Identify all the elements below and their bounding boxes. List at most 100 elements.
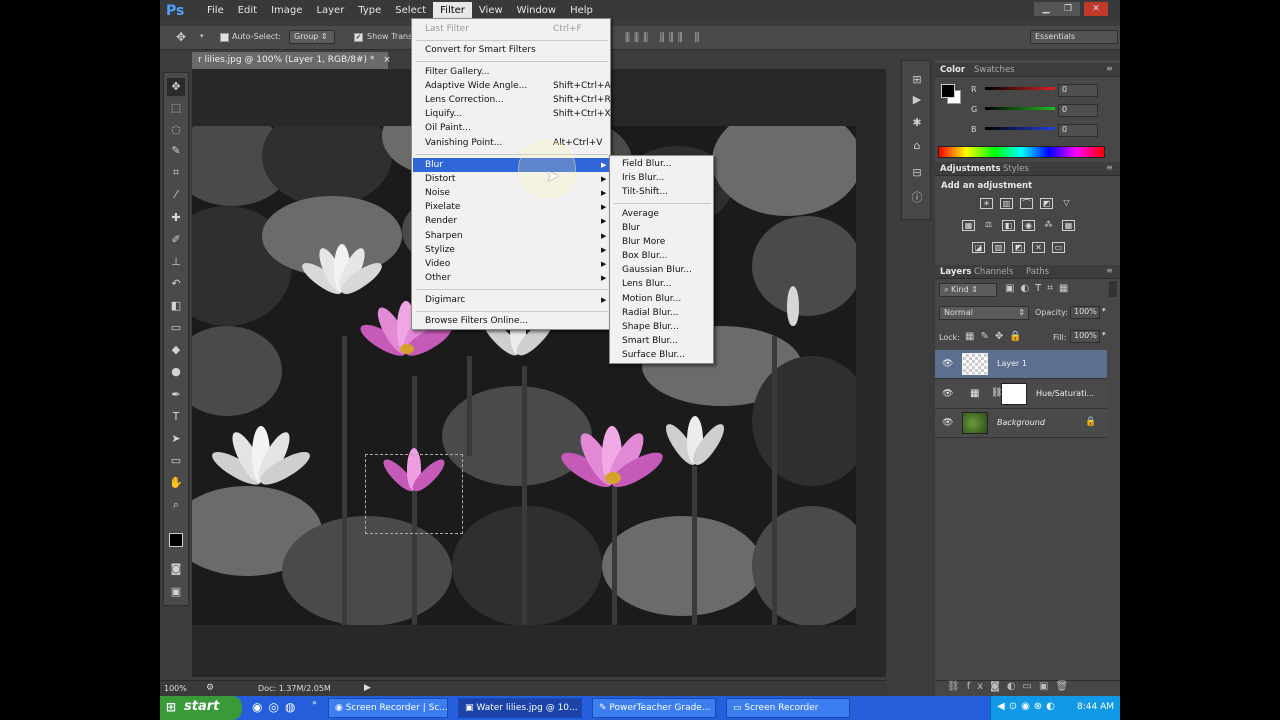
submenu-item-smart-blur[interactable]: Smart Blur... <box>611 334 712 348</box>
tab-swatches[interactable]: Swatches <box>974 65 1015 75</box>
info-icon[interactable]: ⓘ <box>908 189 926 205</box>
eyedropper-tool-icon[interactable]: ⁄ <box>167 186 185 204</box>
shape-tool-icon[interactable]: ▭ <box>167 452 185 470</box>
menu-item-liquify[interactable]: Liquify... Shift+Ctrl+X <box>413 107 611 121</box>
channel-r-slider[interactable] <box>985 87 1055 90</box>
restore-button[interactable]: ❐ <box>1056 2 1080 16</box>
layer-name[interactable]: Layer 1 <box>997 359 1027 368</box>
layer-name[interactable]: Background <box>997 418 1045 427</box>
layer-row-background[interactable]: 👁 Background 🔒 <box>935 409 1107 438</box>
panel-menu-icon[interactable]: ≡ <box>1106 163 1113 172</box>
menu-item-sharpen[interactable]: Sharpen ▶ <box>413 229 610 243</box>
taskbar-button-powerteacher[interactable]: ✎ PowerTeacher Grade... <box>592 698 716 718</box>
layer-row-layer-1[interactable]: 👁 Layer 1 <box>935 350 1107 379</box>
menu-item-video[interactable]: Video ▶ <box>413 257 610 271</box>
menu-image[interactable]: Image <box>264 2 309 20</box>
submenu-item-box-blur[interactable]: Box Blur... <box>611 249 712 263</box>
quick-select-tool-icon[interactable]: ✎ <box>167 142 185 160</box>
marquee-tool-icon[interactable]: ⬚ <box>167 99 185 117</box>
tab-styles[interactable]: Styles <box>1003 164 1029 174</box>
crop-tool-icon[interactable]: ⌗ <box>167 164 185 182</box>
submenu-item-tilt-shift[interactable]: Tilt-Shift... <box>611 185 712 199</box>
pen-tool-icon[interactable]: ✒ <box>167 386 185 404</box>
channel-g-value[interactable]: 0 <box>1058 104 1098 117</box>
color-balance-icon[interactable]: ⚖ <box>982 220 995 231</box>
brush-tool-icon[interactable]: ✐ <box>167 231 185 249</box>
tool-presets-icon[interactable]: ⊟ <box>908 166 926 182</box>
layer-row-hue-saturation[interactable]: 👁 ▦ ⛓ Hue/Saturati... <box>935 380 1107 409</box>
menu-item-vanishing-point[interactable]: Vanishing Point... Alt+Ctrl+V <box>413 136 610 150</box>
path-select-icon[interactable]: ➤ <box>167 430 185 448</box>
foreground-color-swatch[interactable] <box>169 533 183 547</box>
menu-item-digimarc[interactable]: Digimarc ▶ <box>413 293 610 307</box>
close-icon[interactable]: × <box>383 55 391 65</box>
color-lookup-icon[interactable]: ▦ <box>1062 220 1075 231</box>
document-tab[interactable]: r lilies.jpg @ 100% (Layer 1, RGB/8#) * … <box>192 52 391 69</box>
menu-item-lens-correction[interactable]: Lens Correction... Shift+Ctrl+R <box>413 93 611 107</box>
eye-icon[interactable]: 👁 <box>942 359 953 369</box>
menu-item-stylize[interactable]: Stylize ▶ <box>413 243 610 257</box>
transform-bounding-box[interactable] <box>365 454 463 534</box>
channel-r-value[interactable]: 0 <box>1058 84 1098 97</box>
auto-select-checkbox[interactable] <box>220 33 229 42</box>
menu-item-browse-filters-online[interactable]: Browse Filters Online... <box>413 314 610 328</box>
status-settings-icon[interactable]: ⚙ <box>206 683 214 693</box>
gradient-tool-icon[interactable]: ▭ <box>167 319 185 337</box>
chevron-down-icon[interactable]: ▾ <box>1102 306 1106 314</box>
tab-layers[interactable]: Layers <box>940 267 971 277</box>
menu-item-filter-gallery[interactable]: Filter Gallery... <box>413 65 610 79</box>
menu-edit[interactable]: Edit <box>231 2 264 20</box>
menu-item-convert-smart-filters[interactable]: Convert for Smart Filters <box>413 43 610 57</box>
healing-brush-icon[interactable]: ✚ <box>167 209 185 227</box>
submenu-item-blur-more[interactable]: Blur More <box>611 235 712 249</box>
menu-layer[interactable]: Layer <box>309 2 351 20</box>
tray-icons[interactable]: ◀⊙◉⊗◐ <box>997 701 1059 712</box>
menu-item-other[interactable]: Other ▶ <box>413 271 610 285</box>
menu-item-adaptive-wide-angle[interactable]: Adaptive Wide Angle... Shift+Ctrl+A <box>413 79 611 93</box>
workspace-switcher[interactable]: Essentials <box>1030 30 1118 44</box>
layer-name[interactable]: Hue/Saturati... <box>1036 389 1094 398</box>
submenu-item-iris-blur[interactable]: Iris Blur... <box>611 171 712 185</box>
menu-item-pixelate[interactable]: Pixelate ▶ <box>413 200 610 214</box>
status-arrow-icon[interactable]: ▶ <box>364 683 371 693</box>
submenu-item-surface-blur[interactable]: Surface Blur... <box>611 348 712 362</box>
submenu-item-lens-blur[interactable]: Lens Blur... <box>611 277 712 291</box>
chevron-down-icon[interactable]: ▾ <box>1102 330 1106 338</box>
taskbar-button-screen-recorder[interactable]: ▭ Screen Recorder <box>726 698 850 718</box>
menu-item-oil-paint[interactable]: Oil Paint... <box>413 121 610 135</box>
filter-toggle[interactable] <box>1109 281 1117 297</box>
submenu-item-radial-blur[interactable]: Radial Blur... <box>611 306 712 320</box>
move-tool-icon[interactable]: ✥ <box>176 30 186 44</box>
eye-icon[interactable]: 👁 <box>942 418 953 428</box>
blur-tool-icon[interactable]: ◆ <box>167 341 185 359</box>
submenu-item-field-blur[interactable]: Field Blur... <box>611 157 712 171</box>
quick-mask-icon[interactable]: ◙ <box>167 560 185 578</box>
submenu-item-motion-blur[interactable]: Motion Blur... <box>611 292 712 306</box>
menu-type[interactable]: Type <box>351 2 388 20</box>
menu-item-blur[interactable]: Blur ▶ <box>413 158 610 172</box>
move-tool-icon[interactable]: ✥ <box>167 78 185 96</box>
history-icon[interactable]: ⊞ <box>908 73 926 89</box>
hand-tool-icon[interactable]: ✋ <box>167 474 185 492</box>
clock[interactable]: 8:44 AM <box>1077 702 1114 712</box>
channel-g-slider[interactable] <box>985 107 1055 110</box>
type-tool-icon[interactable]: T <box>167 408 185 426</box>
opacity-value[interactable]: 100% <box>1070 306 1100 319</box>
levels-icon[interactable]: ▥ <box>1000 198 1013 209</box>
screen-mode-icon[interactable]: ▣ <box>167 583 185 601</box>
actions-icon[interactable]: ▶ <box>908 93 926 109</box>
menu-item-distort[interactable]: Distort ▶ <box>413 172 610 186</box>
layers-footer-icons[interactable]: ⛓fx◙◐▭▣🗑 <box>935 680 1120 696</box>
align-icons[interactable]: ⫼⫼⫼ ⫼⫼⫼ ⫼ <box>625 31 703 45</box>
menu-item-render[interactable]: Render ▶ <box>413 214 610 228</box>
taskbar-button-water-lilies[interactable]: ▣ Water lilies.jpg @ 10... <box>458 698 582 718</box>
tab-adjustments[interactable]: Adjustments <box>940 164 1001 174</box>
submenu-item-blur[interactable]: Blur <box>611 221 712 235</box>
lasso-tool-icon[interactable]: ◌ <box>167 121 185 139</box>
blend-mode-dropdown[interactable]: Normal ⇕ <box>939 306 1029 320</box>
chevron-down-icon[interactable]: ▾ <box>200 32 204 40</box>
fill-value[interactable]: 100% <box>1070 330 1100 343</box>
quick-launch-expand-icon[interactable]: » <box>312 698 317 707</box>
panel-menu-icon[interactable]: ≡ <box>1106 266 1113 275</box>
eye-icon[interactable]: 👁 <box>942 389 953 399</box>
